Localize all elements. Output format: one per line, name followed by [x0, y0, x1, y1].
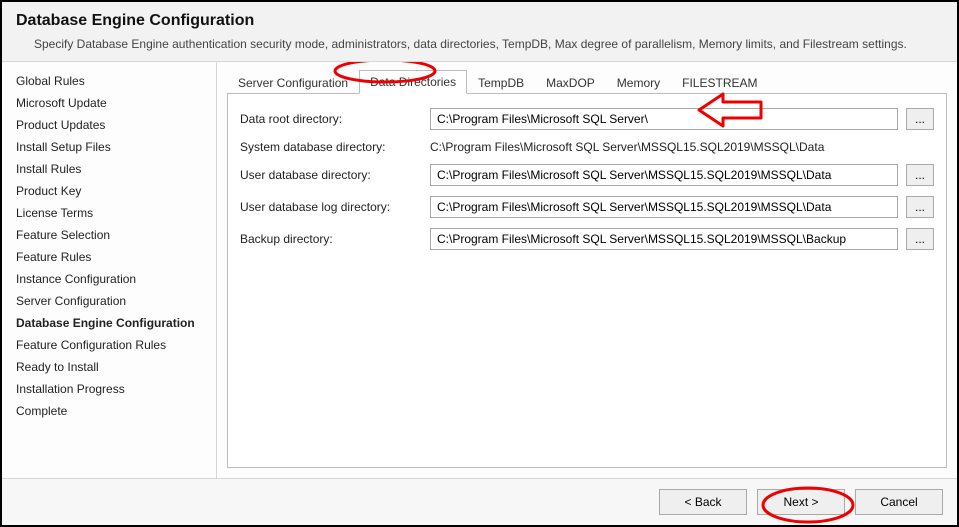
sidebar-item-install-rules[interactable]: Install Rules: [2, 158, 216, 180]
sidebar-item-complete[interactable]: Complete: [2, 400, 216, 422]
input-user-log[interactable]: [430, 196, 898, 218]
tab-data-directories[interactable]: Data Directories: [359, 70, 467, 94]
row-backup: Backup directory: ...: [240, 228, 934, 250]
sidebar-item-product-updates[interactable]: Product Updates: [2, 114, 216, 136]
sidebar-item-ready-to-install[interactable]: Ready to Install: [2, 356, 216, 378]
row-data-root: Data root directory: ...: [240, 108, 934, 130]
label-system-db: System database directory:: [240, 140, 422, 154]
browse-backup[interactable]: ...: [906, 228, 934, 250]
sidebar-item-database-engine-configuration[interactable]: Database Engine Configuration: [2, 312, 216, 334]
page-header: Database Engine Configuration Specify Da…: [2, 2, 957, 62]
footer: < Back Next > Cancel: [2, 478, 957, 525]
label-data-root: Data root directory:: [240, 112, 422, 126]
input-data-root[interactable]: [430, 108, 898, 130]
step-sidebar: Global Rules Microsoft Update Product Up…: [2, 62, 217, 478]
sidebar-item-feature-configuration-rules[interactable]: Feature Configuration Rules: [2, 334, 216, 356]
sidebar-item-installation-progress[interactable]: Installation Progress: [2, 378, 216, 400]
row-user-db: User database directory: ...: [240, 164, 934, 186]
sidebar-item-product-key[interactable]: Product Key: [2, 180, 216, 202]
browse-data-root[interactable]: ...: [906, 108, 934, 130]
label-user-log: User database log directory:: [240, 200, 422, 214]
tab-strip: Server Configuration Data Directories Te…: [227, 68, 947, 94]
sidebar-item-feature-selection[interactable]: Feature Selection: [2, 224, 216, 246]
tab-tempdb[interactable]: TempDB: [467, 71, 535, 94]
body: Global Rules Microsoft Update Product Up…: [2, 62, 957, 478]
page-title: Database Engine Configuration: [16, 12, 943, 30]
sidebar-item-feature-rules[interactable]: Feature Rules: [2, 246, 216, 268]
sidebar-item-global-rules[interactable]: Global Rules: [2, 70, 216, 92]
cancel-button[interactable]: Cancel: [855, 489, 943, 515]
sidebar-item-server-configuration[interactable]: Server Configuration: [2, 290, 216, 312]
label-backup: Backup directory:: [240, 232, 422, 246]
sidebar-item-microsoft-update[interactable]: Microsoft Update: [2, 92, 216, 114]
tab-maxdop[interactable]: MaxDOP: [535, 71, 606, 94]
value-system-db: C:\Program Files\Microsoft SQL Server\MS…: [430, 140, 824, 154]
sidebar-item-license-terms[interactable]: License Terms: [2, 202, 216, 224]
tab-body: Data root directory: ... System database…: [227, 94, 947, 468]
tab-filestream[interactable]: FILESTREAM: [671, 71, 768, 94]
next-button[interactable]: Next >: [757, 489, 845, 515]
page-subtitle: Specify Database Engine authentication s…: [16, 36, 943, 53]
input-backup[interactable]: [430, 228, 898, 250]
row-system-db: System database directory: C:\Program Fi…: [240, 140, 934, 154]
row-user-log: User database log directory: ...: [240, 196, 934, 218]
installer-window: Database Engine Configuration Specify Da…: [0, 0, 959, 527]
tab-memory[interactable]: Memory: [606, 71, 671, 94]
main-pane: Server Configuration Data Directories Te…: [217, 62, 957, 478]
sidebar-item-instance-configuration[interactable]: Instance Configuration: [2, 268, 216, 290]
tab-server-configuration[interactable]: Server Configuration: [227, 71, 359, 94]
label-user-db: User database directory:: [240, 168, 422, 182]
input-user-db[interactable]: [430, 164, 898, 186]
browse-user-log[interactable]: ...: [906, 196, 934, 218]
back-button[interactable]: < Back: [659, 489, 747, 515]
browse-user-db[interactable]: ...: [906, 164, 934, 186]
sidebar-item-install-setup-files[interactable]: Install Setup Files: [2, 136, 216, 158]
